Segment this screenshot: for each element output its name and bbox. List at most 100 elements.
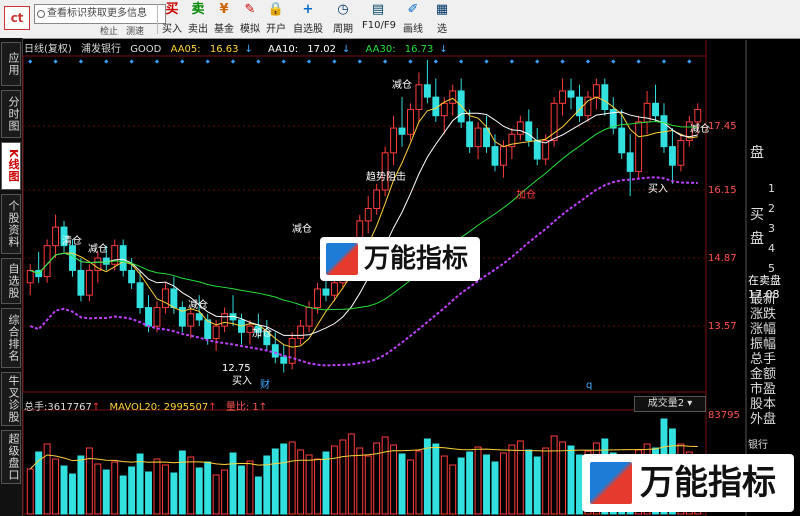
- candle-body: [153, 307, 161, 327]
- volume-bar: [102, 469, 110, 515]
- volume-bar: [229, 452, 237, 515]
- up-arrow-icon: ↑: [208, 402, 217, 413]
- total-volume-value: 3617767: [47, 402, 92, 413]
- volume-bar: [491, 461, 499, 515]
- candle-body: [626, 152, 634, 172]
- annotation-reduce: 减仓: [690, 122, 710, 135]
- volume-bar: [542, 447, 550, 515]
- annotation-reduce: 减仓: [188, 298, 208, 311]
- signal-marker: [129, 59, 134, 64]
- volume-bar: [254, 476, 262, 515]
- candle-body: [314, 288, 321, 309]
- volume-bar: [69, 473, 76, 515]
- volume-bar: [60, 465, 68, 515]
- volume-bar: [187, 456, 195, 515]
- watermark-text: 万能指标: [364, 244, 469, 274]
- volume-indicator-select[interactable]: 成交量2 ▾: [634, 396, 706, 412]
- signal-marker: [560, 59, 565, 64]
- price-axis-label: 16.15: [708, 185, 737, 196]
- candle-body: [170, 288, 178, 309]
- candle-body: [415, 84, 423, 111]
- candle-body: [271, 344, 279, 358]
- signal-marker: [256, 59, 261, 64]
- annotation-reduce: 减仓: [292, 222, 312, 235]
- volume-bar: [178, 450, 186, 515]
- volume-bar: [52, 458, 60, 515]
- volume-bar: [474, 446, 482, 515]
- candle-body: [533, 139, 541, 160]
- candle-body: [567, 90, 575, 98]
- ma-line-5: [30, 96, 698, 348]
- volume-bar: [440, 455, 448, 515]
- signal-marker: [104, 59, 109, 64]
- candle-body: [221, 313, 229, 327]
- candle-body: [525, 121, 533, 141]
- volume-bar: [77, 455, 85, 515]
- volume-bar: [381, 436, 389, 515]
- signal-marker: [383, 59, 388, 64]
- candle-body: [364, 208, 372, 222]
- signal-marker: [408, 59, 413, 64]
- ma-line-10: [30, 111, 698, 336]
- volume-bar: [508, 444, 516, 515]
- candle-body: [440, 102, 448, 117]
- candle-body: [204, 319, 212, 339]
- volume-bar: [271, 448, 279, 515]
- volume-bar: [136, 453, 144, 515]
- candle-body: [77, 269, 85, 296]
- watermark-corner: 万能指标: [582, 454, 794, 512]
- volume-bar: [35, 451, 43, 515]
- candle-body: [195, 313, 203, 321]
- volume-bar: [466, 451, 474, 515]
- candle-body: [145, 307, 152, 327]
- signal-marker: [28, 59, 33, 64]
- volume-bar: [499, 452, 507, 515]
- candle-body: [26, 269, 34, 284]
- volume-header: 总手:3617767↑ MAVOL20: 2995507↑ 量比: 1↑: [24, 398, 267, 413]
- level-4: 4: [768, 242, 775, 255]
- candle-body: [618, 127, 626, 154]
- candle-body: [161, 288, 169, 309]
- candle-body: [119, 245, 127, 271]
- candle-body: [694, 109, 702, 123]
- signal-marker: [535, 59, 540, 64]
- candle-body: [102, 257, 110, 265]
- volume-bar: [423, 438, 431, 515]
- price-axis-label: 13.57: [708, 321, 737, 332]
- volume-bar: [550, 435, 558, 515]
- annotation-low: 12.75: [222, 363, 251, 374]
- volume-bar: [449, 464, 457, 515]
- candle-body: [576, 96, 583, 117]
- candle-body: [43, 245, 51, 278]
- annotation-reduce: 减仓: [88, 242, 108, 255]
- signal-marker: [661, 59, 667, 64]
- volume-bar: [398, 453, 406, 515]
- volume-bar: [339, 439, 347, 515]
- buy-label: 买: [750, 207, 764, 223]
- watermark-logo-icon: [326, 243, 358, 275]
- volume-indicator-value: 成交量2: [647, 398, 685, 409]
- watermark-center: 万能指标: [320, 237, 480, 281]
- watermark-logo-icon: [590, 462, 632, 504]
- volume-bar: [195, 467, 203, 515]
- volume-bar: [212, 474, 220, 515]
- level-2: 2: [768, 202, 775, 215]
- annotation-trend-block: 趋势阻击: [366, 170, 406, 183]
- annotation-reduce: 减仓: [392, 78, 412, 91]
- signal-marker: [357, 59, 362, 64]
- signal-marker: [53, 59, 58, 64]
- signal-marker: [180, 59, 185, 64]
- volume-bar: [364, 455, 372, 515]
- volume-bar: [330, 445, 338, 515]
- candle-body: [407, 109, 414, 135]
- sell-label: 盘: [750, 145, 764, 161]
- volume-bar: [153, 458, 161, 515]
- signal-marker: [230, 59, 236, 64]
- signal-marker: [687, 59, 692, 64]
- candle-body: [559, 90, 567, 104]
- volume-bar: [525, 449, 533, 515]
- candle-body: [466, 121, 474, 148]
- candle-body: [635, 121, 643, 172]
- candle-body: [398, 127, 406, 135]
- up-arrow-icon: ↑: [91, 402, 101, 413]
